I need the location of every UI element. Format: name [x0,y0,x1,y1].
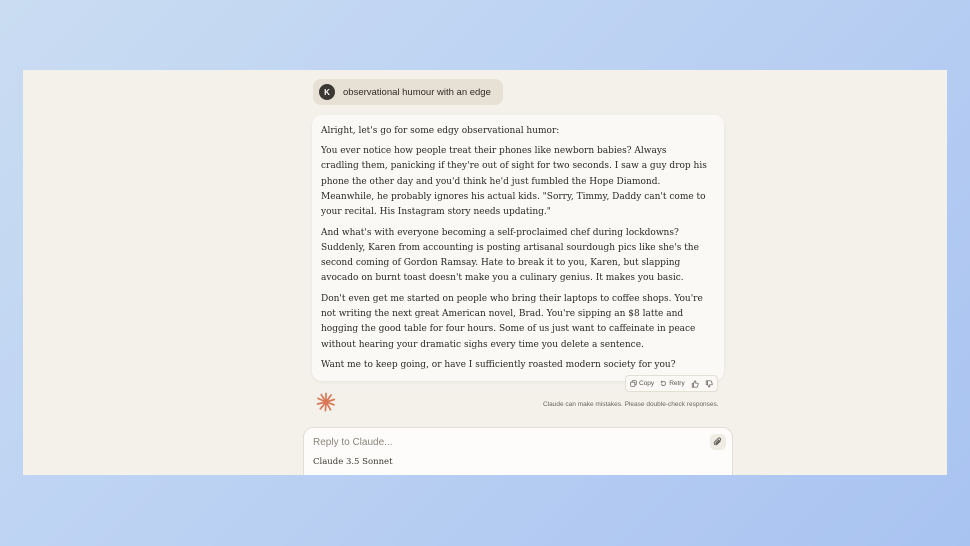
retry-button[interactable]: Retry [660,380,685,387]
disclaimer-text: Claude can make mistakes. Please double-… [543,401,719,408]
response-actions: Copy Retry [625,375,718,392]
response-paragraph: And what's with everyone becoming a self… [321,227,699,284]
copy-button[interactable]: Copy [630,380,654,387]
response-paragraph: Alright, let's go for some edgy observat… [321,126,560,136]
response-paragraph: Don't even get me started on people who … [321,294,703,350]
claude-logo-icon [316,392,336,412]
response-paragraph: You ever notice how people treat their p… [321,146,707,218]
thumbs-up-icon [691,379,699,388]
thumbs-up-button[interactable] [691,379,699,388]
response-paragraph: Want me to keep going, or have I suffici… [321,360,676,371]
model-selector[interactable]: Claude 3.5 Sonnet [313,457,393,467]
user-avatar: K [319,84,335,100]
retry-label: Retry [669,380,685,387]
assistant-response: Alright, let's go for some edgy observat… [312,115,724,381]
copy-label: Copy [639,380,655,387]
attach-button[interactable] [710,434,726,450]
reply-input[interactable]: Reply to Claude... [313,437,393,448]
user-message-text: observational humour with an edge [343,86,491,98]
thumbs-down-button[interactable] [705,379,713,388]
reply-composer[interactable]: Reply to Claude... Claude 3.5 Sonnet [303,427,733,475]
copy-icon [630,380,637,387]
paperclip-icon [713,437,722,446]
thumbs-down-icon [705,379,713,388]
chat-window: K observational humour with an edge Alri… [23,70,947,475]
retry-icon [660,380,667,386]
response-body: Alright, let's go for some edgy observat… [321,124,707,379]
user-message: K observational humour with an edge [313,79,503,105]
